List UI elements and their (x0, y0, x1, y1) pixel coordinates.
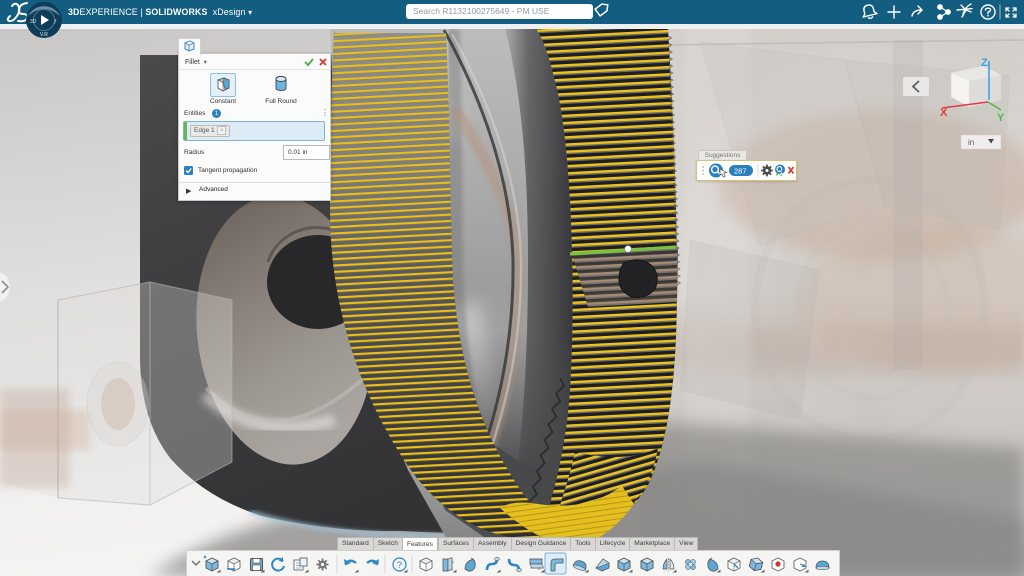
svg-text:Z: Z (981, 57, 988, 69)
svg-text:3D: 3D (30, 19, 37, 25)
svg-text:Y: Y (997, 112, 1005, 124)
svg-text:⋮: ⋮ (41, 4, 46, 10)
svg-text:287: 287 (734, 166, 747, 175)
svg-text:X: X (940, 107, 948, 119)
svg-text:in: in (968, 138, 974, 147)
svg-text:ƒ: ƒ (54, 19, 57, 25)
svg-text:V.R: V.R (40, 32, 48, 38)
